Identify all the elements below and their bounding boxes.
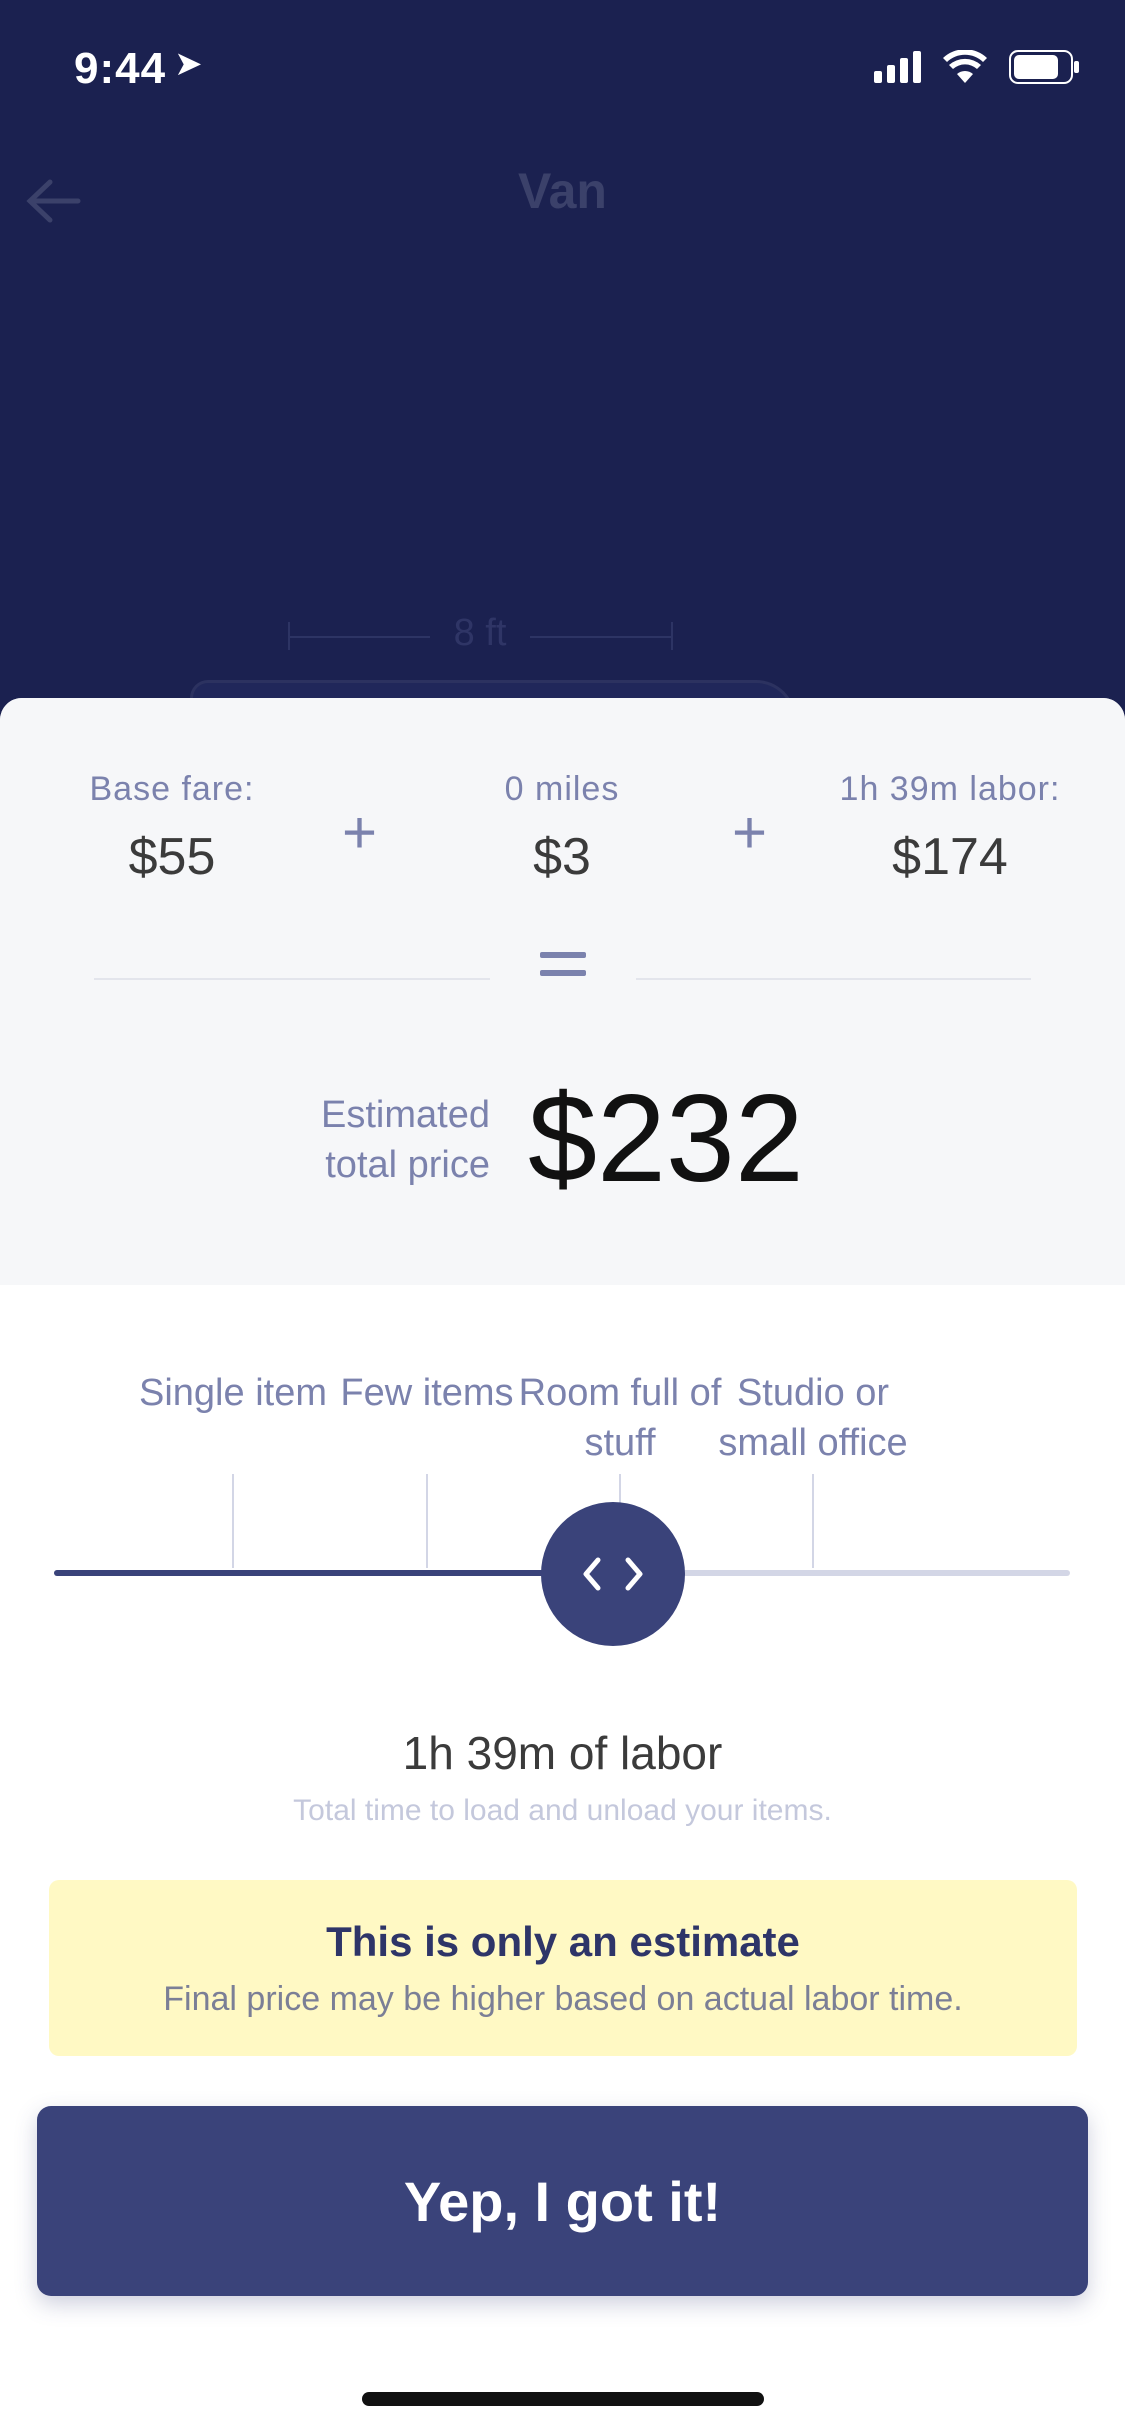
tick-mark	[812, 1474, 814, 1568]
confirm-button[interactable]: Yep, I got it!	[37, 2106, 1088, 2296]
slider-track-fill	[54, 1570, 613, 1576]
tick-label-few-items: Few items	[340, 1372, 514, 1414]
dimension-tick-right	[671, 622, 673, 650]
dimension-tick-left	[288, 622, 290, 650]
tick-label-single-item: Single item	[139, 1372, 327, 1414]
equals-icon	[540, 952, 586, 988]
divider-left	[94, 978, 490, 980]
base-fare-value: $55	[128, 828, 216, 886]
base-fare-label: Base fare:	[89, 770, 255, 808]
base-fare-item: Base fare: $55	[22, 770, 322, 887]
slider-thumb[interactable]	[540, 1502, 685, 1646]
price-summary: Base fare: $55 + 0 miles $3 + 1h 39m lab…	[0, 698, 1125, 1285]
divider-right	[636, 978, 1031, 980]
notice-subtitle: Final price may be higher based on actua…	[163, 1980, 963, 2018]
distance-value: $3	[533, 828, 591, 886]
dimension-label: 8 ft	[430, 612, 530, 655]
background-screen: 9:44 ➤ Van 8 ft	[0, 0, 1125, 760]
status-time: 9:44 ➤	[74, 44, 204, 94]
chevrons-left-right-icon	[583, 1557, 643, 1591]
notice-title: This is only an estimate	[326, 1918, 800, 1965]
home-indicator[interactable]	[362, 2392, 764, 2406]
tick-mark	[232, 1474, 234, 1568]
wifi-icon	[943, 50, 987, 84]
location-arrow-icon: ➤	[174, 45, 204, 83]
estimate-notice: This is only an estimate Final price may…	[49, 1880, 1077, 2056]
tick-label-studio-office: Studio or small office	[718, 1372, 908, 1464]
screen-title: Van	[518, 163, 607, 219]
price-estimate-sheet: Base fare: $55 + 0 miles $3 + 1h 39m lab…	[0, 698, 1125, 2436]
distance-label: 0 miles	[504, 770, 620, 808]
status-time-text: 9:44	[74, 44, 167, 93]
estimated-total-value: $232	[528, 1070, 804, 1208]
plus-icon: +	[732, 799, 768, 866]
labor-duration-title: 1h 39m of labor	[402, 1727, 723, 1779]
labor-value: $174	[892, 828, 1008, 886]
estimated-total-label: Estimated total price	[321, 1094, 490, 1186]
tick-label-room-full: Room full of stuff	[518, 1372, 722, 1464]
labor-duration-subtitle: Total time to load and unload your items…	[293, 1794, 832, 1827]
plus-icon: +	[342, 799, 378, 866]
labor-item: 1h 39m labor: $174	[800, 770, 1100, 887]
tick-mark	[426, 1474, 428, 1568]
status-icons	[874, 50, 1081, 84]
cellular-signal-icon	[874, 51, 921, 83]
distance-item: 0 miles $3	[412, 770, 712, 887]
labor-label: 1h 39m labor:	[839, 770, 1061, 808]
battery-icon	[1009, 50, 1081, 84]
